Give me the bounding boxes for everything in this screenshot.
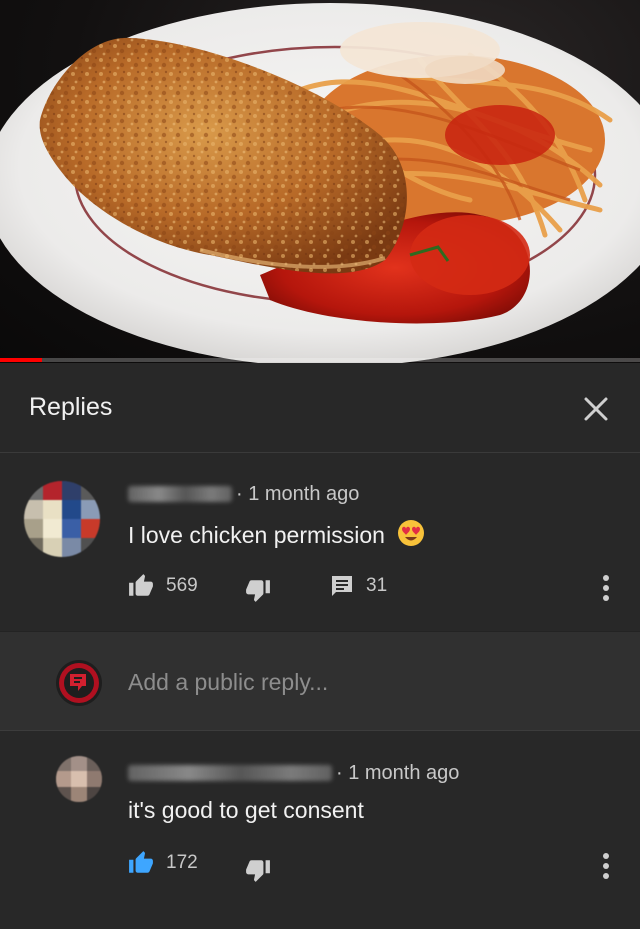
channel-avatar[interactable] — [56, 660, 102, 706]
avatar[interactable] — [56, 756, 102, 802]
comment-meta: · 1 month ago — [336, 762, 460, 784]
reply-count: 31 — [366, 575, 388, 596]
like-count: 172 — [166, 852, 198, 873]
more-options-icon[interactable] — [601, 851, 611, 881]
comment-text: I love chicken permission — [128, 519, 425, 553]
replies-title: Replies — [29, 393, 113, 421]
like-button[interactable]: 569 — [128, 573, 198, 599]
like-count: 569 — [166, 575, 198, 596]
reply-comment: · 1 month ago it's good to get consent 1… — [0, 731, 640, 929]
dislike-button[interactable] — [245, 857, 271, 883]
thumbs-down-icon — [246, 860, 270, 882]
thumbs-up-icon — [129, 851, 153, 873]
dislike-button[interactable] — [245, 577, 271, 603]
author-name-redacted[interactable] — [128, 486, 232, 502]
comment-text: it's good to get consent — [128, 797, 364, 823]
comment-icon — [332, 576, 352, 596]
video-thumbnail[interactable] — [0, 0, 640, 363]
replies-header: Replies — [0, 363, 640, 453]
food-image — [0, 3, 640, 363]
thumbs-up-icon — [129, 574, 153, 596]
reply-input[interactable]: Add a public reply... — [128, 669, 328, 696]
avatar[interactable] — [24, 481, 100, 557]
progress-bar[interactable] — [0, 358, 640, 362]
more-options-icon[interactable] — [601, 573, 611, 603]
thumbs-down-icon — [246, 580, 270, 602]
comment-meta: · 1 month ago — [236, 483, 360, 505]
progress-fill — [0, 358, 42, 362]
reply-count-button[interactable]: 31 — [330, 574, 387, 598]
heart-eyes-emoji-icon — [397, 519, 425, 553]
comment-text-body: I love chicken permission — [128, 522, 385, 548]
add-reply-box[interactable]: Add a public reply... — [0, 631, 640, 731]
close-icon[interactable] — [580, 393, 612, 425]
author-name-redacted[interactable] — [128, 765, 332, 781]
parent-comment: · 1 month ago I love chicken permission … — [0, 453, 640, 631]
like-button[interactable]: 172 — [128, 850, 198, 876]
